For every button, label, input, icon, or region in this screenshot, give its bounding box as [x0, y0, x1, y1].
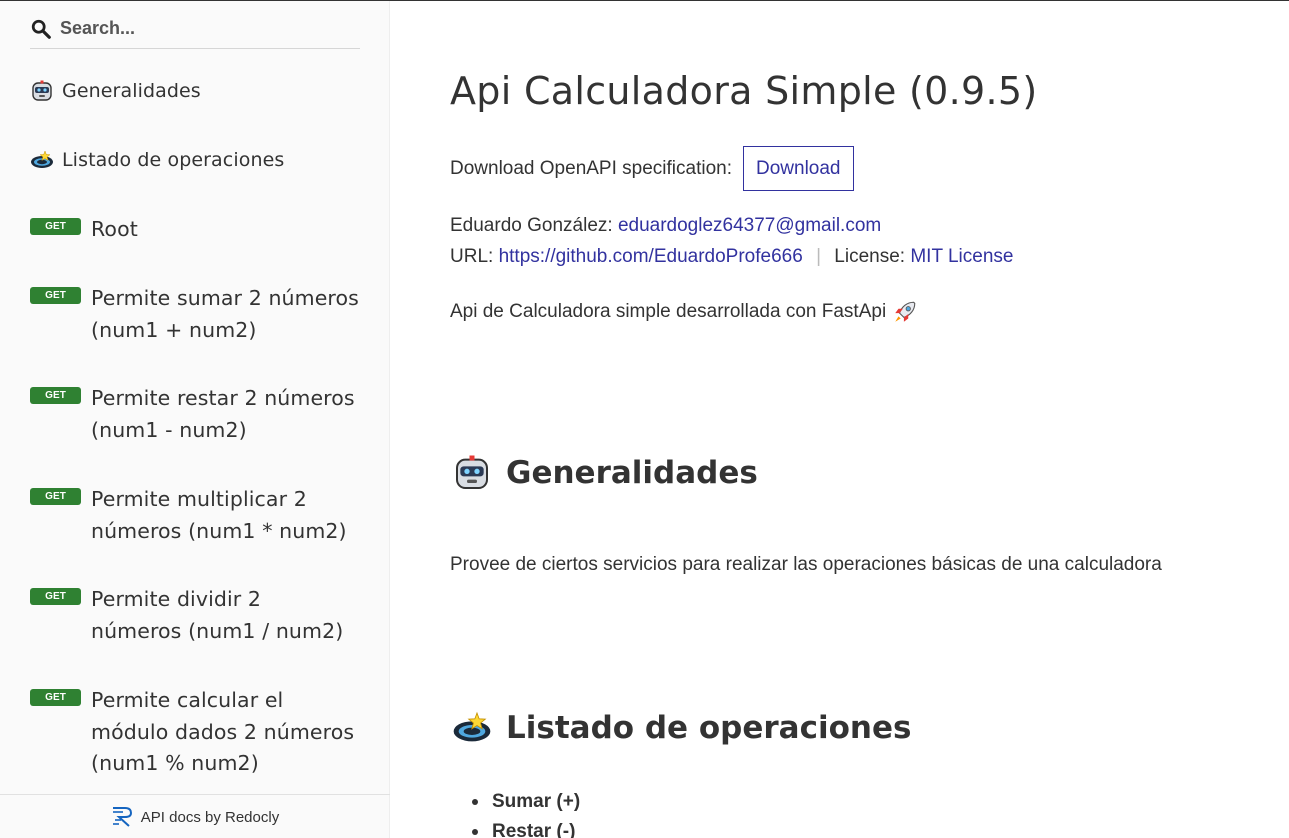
get-method-badge: GET: [30, 588, 81, 605]
contact-name: Eduardo González:: [450, 215, 613, 236]
robot-icon: [456, 455, 488, 489]
url-label: URL:: [450, 246, 494, 267]
redocly-footer[interactable]: API docs by Redocly: [0, 794, 390, 838]
download-row: Download OpenAPI specification: Download: [450, 146, 854, 191]
search-icon: [31, 19, 51, 39]
download-button[interactable]: Download: [743, 146, 854, 191]
get-method-badge: GET: [30, 218, 81, 235]
list-item: Restar (-): [450, 817, 580, 838]
url-link[interactable]: https://github.com/EduardoProfe666: [499, 246, 803, 267]
api-description: Api de Calculadora simple desarrollada c…: [450, 299, 918, 325]
get-method-badge: GET: [30, 387, 81, 404]
license-link[interactable]: MIT License: [910, 246, 1013, 267]
operations-list: Sumar (+) Restar (-): [450, 787, 580, 838]
contact-line: Eduardo González: eduardoglez64377@gmail…: [450, 215, 881, 237]
main-content: Api Calculadora Simple (0.9.5) Download …: [450, 1, 1270, 838]
section-title: Listado de operaciones: [506, 710, 912, 746]
sidebar-item-dividir[interactable]: GET Permite dividir 2 números (num1 / nu…: [30, 584, 370, 647]
get-method-badge: GET: [30, 488, 81, 505]
list-item: Sumar (+): [450, 787, 580, 817]
section-heading-listado: Listado de operaciones: [452, 708, 911, 748]
sidebar-item-restar[interactable]: GET Permite restar 2 números (num1 - num…: [30, 383, 370, 446]
description-text: Api de Calculadora simple desarrollada c…: [450, 301, 887, 322]
search-box: [30, 9, 360, 49]
sidebar-item-label: Permite calcular el módulo dados 2 númer…: [91, 688, 355, 775]
get-method-badge: GET: [30, 287, 81, 304]
sidebar-item-listado-de-operaciones[interactable]: Listado de operaciones: [30, 145, 370, 175]
search-input[interactable]: [60, 18, 350, 39]
sidebar-item-label: Permite dividir 2 números (num1 / num2): [91, 587, 344, 643]
robot-icon: [32, 80, 52, 101]
section-description: Provee de ciertos servicios para realiza…: [450, 554, 1162, 575]
sidebar: Generalidades Listado de operaciones GET…: [0, 1, 390, 838]
page-title: Api Calculadora Simple (0.9.5): [450, 69, 1038, 113]
sidebar-item-label: Generalidades: [62, 80, 201, 102]
license-label: License:: [834, 246, 906, 267]
sidebar-item-modulo[interactable]: GET Permite calcular el módulo dados 2 n…: [30, 685, 370, 780]
rocket-icon: [895, 301, 916, 322]
sidebar-item-root[interactable]: GET Root: [30, 214, 370, 246]
get-method-badge: GET: [30, 689, 81, 706]
sidebar-item-label: Listado de operaciones: [62, 149, 285, 171]
download-label: Download OpenAPI specification:: [450, 157, 732, 179]
contact-email-link[interactable]: eduardoglez64377@gmail.com: [618, 215, 881, 236]
url-license-line: URL: https://github.com/EduardoProfe666 …: [450, 246, 1013, 268]
sidebar-item-label: Root: [91, 217, 138, 241]
planet-icon: [453, 711, 491, 742]
section-heading-generalidades: Generalidades: [452, 453, 758, 493]
sidebar-item-multiplicar[interactable]: GET Permite multiplicar 2 números (num1 …: [30, 484, 370, 547]
sidebar-item-generalidades[interactable]: Generalidades: [30, 76, 370, 106]
page: Generalidades Listado de operaciones GET…: [0, 0, 1289, 838]
sidebar-item-sumar[interactable]: GET Permite sumar 2 números (num1 + num2…: [30, 283, 370, 346]
footer-text: API docs by Redocly: [140, 808, 280, 826]
sidebar-item-label: Permite restar 2 números (num1 - num2): [91, 386, 355, 442]
planet-icon: [31, 150, 53, 168]
redocly-logo-icon: [112, 807, 132, 827]
separator: |: [816, 246, 821, 267]
sidebar-item-label: Permite multiplicar 2 números (num1 * nu…: [91, 487, 347, 543]
sidebar-item-label: Permite sumar 2 números (num1 + num2): [91, 286, 359, 342]
section-title: Generalidades: [506, 455, 758, 491]
